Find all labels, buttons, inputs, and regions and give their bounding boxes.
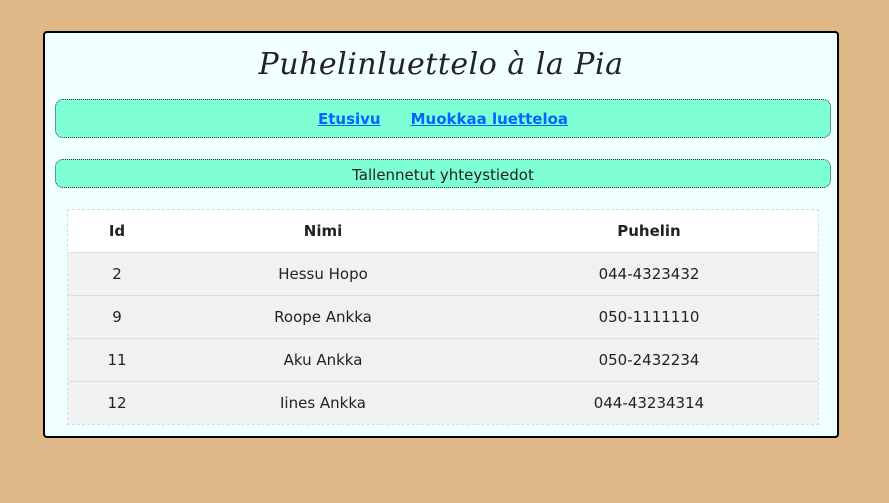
table-row: 12 Iines Ankka 044-43234314 [68, 381, 818, 424]
cell-name: Aku Ankka [166, 338, 480, 382]
contacts-table-wrapper: Id Nimi Puhelin 2 Hessu Hopo 044-4323432… [67, 209, 819, 425]
cell-name: Iines Ankka [166, 381, 480, 424]
cell-phone: 044-43234314 [480, 381, 818, 424]
main-panel: Puhelinluettelo à la Pia Etusivu Muokkaa… [43, 31, 839, 438]
cell-id: 9 [68, 295, 166, 339]
cell-phone: 044-4323432 [480, 252, 818, 296]
cell-id: 2 [68, 252, 166, 296]
nav-bar: Etusivu Muokkaa luetteloa [55, 99, 831, 138]
table-row: 2 Hessu Hopo 044-4323432 [68, 252, 818, 296]
page-title: Puhelinluettelo à la Pia [258, 47, 624, 82]
cell-id: 11 [68, 338, 166, 382]
nav-link-edit[interactable]: Muokkaa luetteloa [411, 110, 568, 128]
cell-phone: 050-2432234 [480, 338, 818, 382]
cell-phone: 050-1111110 [480, 295, 818, 339]
table-row: 11 Aku Ankka 050-2432234 [68, 338, 818, 382]
header-id: Id [68, 210, 166, 253]
header-name: Nimi [166, 210, 480, 253]
table-header-row: Id Nimi Puhelin [68, 210, 818, 253]
nav-link-home[interactable]: Etusivu [318, 110, 381, 128]
header-phone: Puhelin [480, 210, 818, 253]
section-header: Tallennetut yhteystiedot [55, 159, 831, 188]
contacts-table: Id Nimi Puhelin 2 Hessu Hopo 044-4323432… [68, 210, 818, 424]
table-row: 9 Roope Ankka 050-1111110 [68, 295, 818, 339]
section-title: Tallennetut yhteystiedot [352, 166, 534, 184]
cell-name: Hessu Hopo [166, 252, 480, 296]
cell-name: Roope Ankka [166, 295, 480, 339]
cell-id: 12 [68, 381, 166, 424]
